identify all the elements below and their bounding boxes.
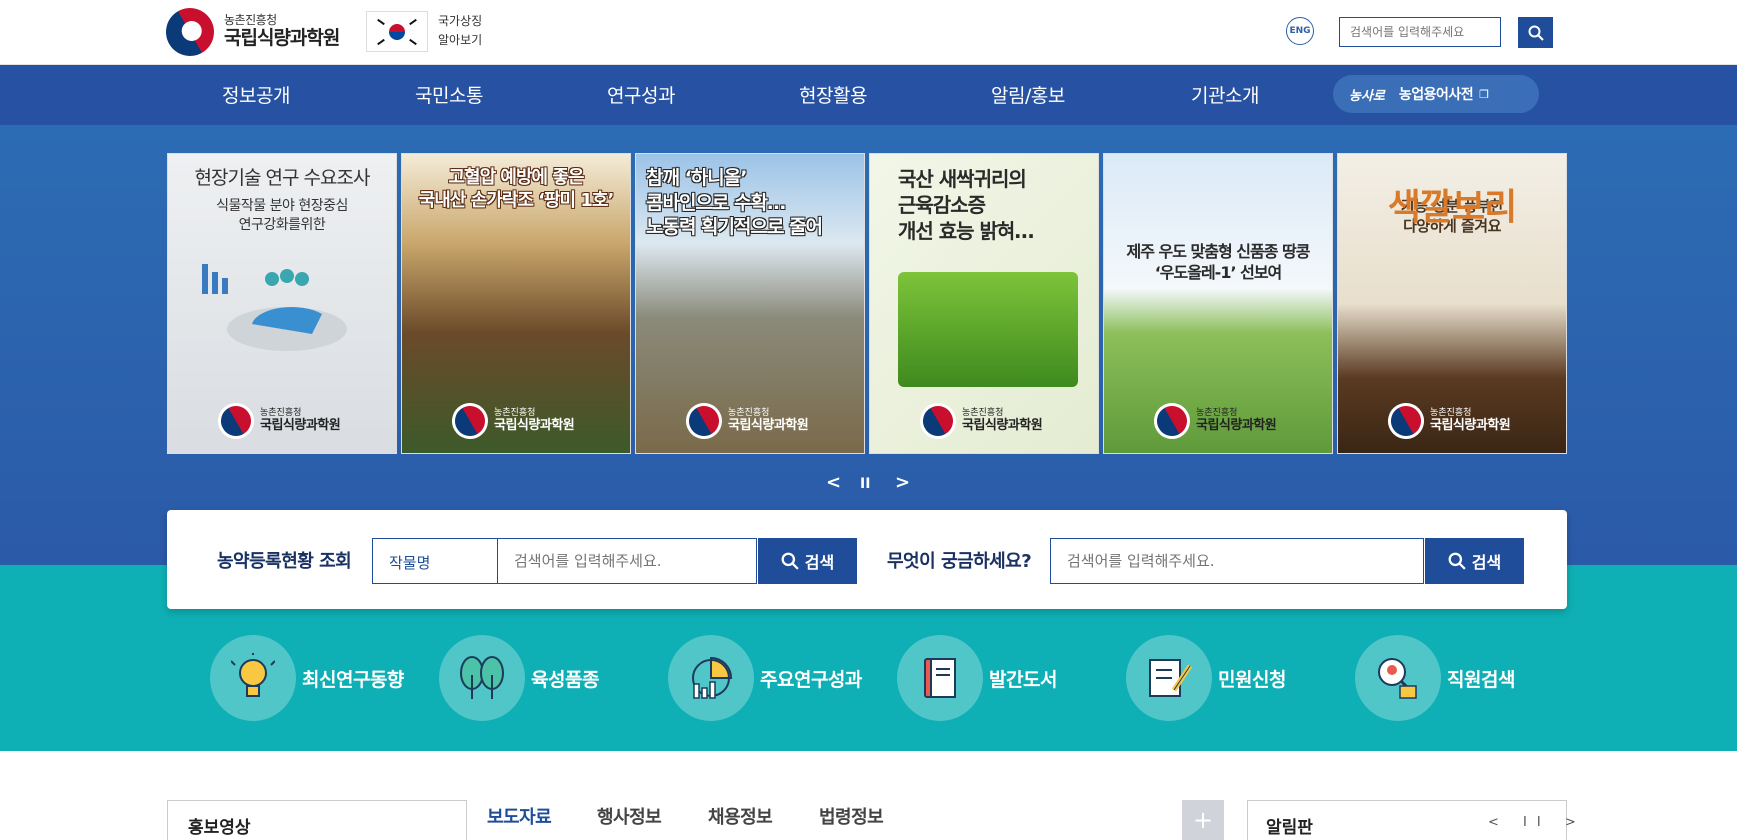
banner-org-logo: 농촌진흥청 국립식량과학원 [1147, 396, 1277, 446]
crop-select[interactable]: 작물명 [372, 538, 498, 584]
banner-title: 제주 우도 맞춤형 신품종 땅콩 ‘우도올레-1’ 선보여 [1126, 242, 1311, 282]
banner-title: 국산 새싹귀리의 근육감소증 개선 효능 밝혀… [898, 167, 1034, 243]
slider-pause-button[interactable]: II [860, 476, 870, 492]
banner-card[interactable]: 고혈압 예방에 좋은 국내산 손가락조 ‘팡미 1호’ 농촌진흥청 국립식량과학원 [401, 153, 631, 454]
slider-next-button[interactable]: > [895, 472, 910, 493]
tab-recruitment[interactable]: 채용정보 [708, 803, 773, 829]
rda-emblem-icon [1147, 396, 1197, 446]
pesticide-search-button[interactable]: 검색 [758, 538, 857, 584]
banner-org-big: 국립식량과학원 [494, 417, 575, 433]
banner-org-big: 국립식량과학원 [1430, 417, 1511, 433]
person-search-icon [1378, 658, 1417, 699]
banner-title: 현장기술 연구 수요조사 [194, 167, 371, 189]
banner-title: 참깨 ‘하니올’ 콤바인으로 수확… 노동력 획기적으로 줄어 [646, 167, 823, 239]
banner-org-big: 국립식량과학원 [962, 417, 1043, 433]
banner-title: 색깔보리 [1387, 186, 1517, 228]
rda-emblem-icon [1381, 396, 1431, 446]
pesticide-search-input[interactable] [497, 538, 757, 584]
org-parent-name: 농촌진흥청 [224, 13, 277, 28]
promo-video-box: 홍보영상 [167, 800, 467, 840]
banner-card[interactable]: 참깨 ‘하니올’ 콤바인으로 수확… 노동력 획기적으로 줄어 농촌진흥청 국립식… [635, 153, 865, 454]
question-search-input[interactable] [1050, 538, 1424, 584]
national-symbol-link[interactable]: 국가상징 알아보기 [438, 12, 498, 50]
banner-org-big: 국립식량과학원 [260, 417, 341, 433]
agri-dictionary-label: 농업용어사전 [1398, 87, 1474, 103]
nav-info-disclosure[interactable]: 정보공개 [222, 81, 290, 108]
banner-card[interactable]: 제주 우도 맞춤형 신품종 땅콩 ‘우도올레-1’ 선보여 농촌진흥청 국립식량과… [1103, 153, 1333, 454]
question-search-button-label: 검색 [1471, 553, 1502, 572]
nav-about[interactable]: 기관소개 [1191, 81, 1259, 108]
tab-legislation[interactable]: 법령정보 [819, 803, 884, 829]
quick-link-label: 육성품종 [531, 668, 599, 691]
top-header: 농촌진흥청 국립식량과학원 국가상징 알아보기 ENG [0, 0, 1737, 65]
quick-link-label: 최신연구동향 [302, 668, 404, 691]
banner-org-big: 국립식량과학원 [728, 417, 809, 433]
site-logo[interactable]: 농촌진흥청 국립식량과학원 [157, 0, 340, 65]
lightbulb-icon [231, 653, 275, 697]
banner-org-logo: 농촌진흥청 국립식량과학원 [1381, 396, 1511, 446]
quick-link-label: 민원신청 [1218, 668, 1286, 691]
rda-emblem-icon [157, 0, 223, 65]
search-icon [1448, 552, 1466, 570]
pesticide-search-button-label: 검색 [804, 553, 835, 572]
nav-research-results[interactable]: 연구성과 [607, 81, 675, 108]
question-search-label: 무엇이 궁금하세요? [887, 551, 1032, 572]
agri-dictionary-link[interactable]: 농사로 농업용어사전 ❐ [1333, 75, 1539, 113]
banner-org-big: 국립식량과학원 [1196, 417, 1277, 433]
search-panel: 농약등록현황 조회 작물명 검색 무엇이 궁금하세요? 검색 [167, 510, 1567, 609]
tree-icon [460, 656, 504, 699]
top-search-button[interactable] [1518, 17, 1553, 48]
tab-press-release[interactable]: 보도자료 [487, 803, 552, 829]
more-button[interactable]: + [1182, 800, 1224, 840]
quick-link-publications[interactable]: 발간도서 [897, 635, 1057, 721]
sprout-image [898, 272, 1078, 387]
banner-card[interactable]: 국산 새싹귀리의 근육감소증 개선 효능 밝혀… 농촌진흥청 국립식량과학원 [869, 153, 1099, 454]
symbol-line-2: 알아보기 [438, 33, 483, 47]
rda-emblem-icon [211, 396, 261, 446]
chart-illustration-icon [202, 264, 347, 352]
banner-org-logo: 농촌진흥청 국립식량과학원 [913, 396, 1043, 446]
quick-link-label: 발간도서 [989, 668, 1057, 691]
nongsaro-logo: 농사로 [1349, 88, 1385, 104]
notice-board-title: 알림판 [1266, 818, 1313, 838]
search-icon [781, 552, 799, 570]
banner-title: 고혈압 예방에 좋은 국내산 손가락조 ‘팡미 1호’ [418, 167, 615, 212]
main-navigation: 정보공개 국민소통 연구성과 현장활용 알림/홍보 기관소개 농사로 농업용어사… [0, 65, 1737, 125]
rda-emblem-icon [445, 396, 495, 446]
nav-public-communication[interactable]: 국민소통 [415, 81, 483, 108]
external-link-icon: ❐ [1479, 87, 1490, 101]
national-flag-icon[interactable] [366, 11, 428, 52]
promo-video-title: 홍보영상 [188, 818, 251, 838]
english-site-button[interactable]: ENG [1286, 17, 1314, 45]
analytics-chart-icon [692, 656, 733, 699]
banner-org-logo: 농촌진흥청 국립식량과학원 [679, 396, 809, 446]
notice-board-controls[interactable]: < II > [1488, 815, 1586, 830]
rda-emblem-icon [679, 396, 729, 446]
nav-news-promotion[interactable]: 알림/홍보 [991, 81, 1065, 108]
pesticide-search-label: 농약등록현황 조회 [217, 551, 352, 572]
quick-link-label: 주요연구성과 [760, 668, 862, 691]
slider-prev-button[interactable]: < [826, 472, 841, 493]
question-search-button[interactable]: 검색 [1425, 538, 1524, 584]
org-name: 국립식량과학원 [224, 26, 340, 49]
search-icon [1528, 25, 1544, 41]
rda-emblem-icon [913, 396, 963, 446]
tab-events[interactable]: 행사정보 [597, 803, 662, 829]
banner-card[interactable]: 현장기술 연구 수요조사 식물작물 분야 현장중심 연구강화를위한 농촌진흥청 국… [167, 153, 397, 454]
banner-subtitle: 식물작물 분야 현장중심 연구강화를위한 [216, 197, 348, 233]
quick-link-staff-search[interactable]: 직원검색 [1355, 635, 1515, 721]
nav-field-application[interactable]: 현장활용 [799, 81, 867, 108]
quick-link-major-results[interactable]: 주요연구성과 [668, 635, 862, 721]
banner-org-logo: 농촌진흥청 국립식량과학원 [445, 396, 575, 446]
quick-link-civil-request[interactable]: 민원신청 [1126, 635, 1286, 721]
quick-link-latest-research[interactable]: 최신연구동향 [210, 635, 404, 721]
quick-link-label: 직원검색 [1447, 668, 1515, 691]
banner-card[interactable]: 기능 성분 풍부한 다양하게 즐겨요 색깔보리 농촌진흥청 국립식량과학원 [1337, 153, 1567, 454]
book-icon [924, 658, 956, 698]
quick-link-varieties[interactable]: 육성품종 [439, 635, 599, 721]
document-edit-icon [1149, 659, 1193, 697]
top-search-input[interactable] [1339, 17, 1501, 47]
symbol-line-1: 국가상징 [438, 14, 483, 28]
banner-org-logo: 농촌진흥청 국립식량과학원 [211, 396, 341, 446]
